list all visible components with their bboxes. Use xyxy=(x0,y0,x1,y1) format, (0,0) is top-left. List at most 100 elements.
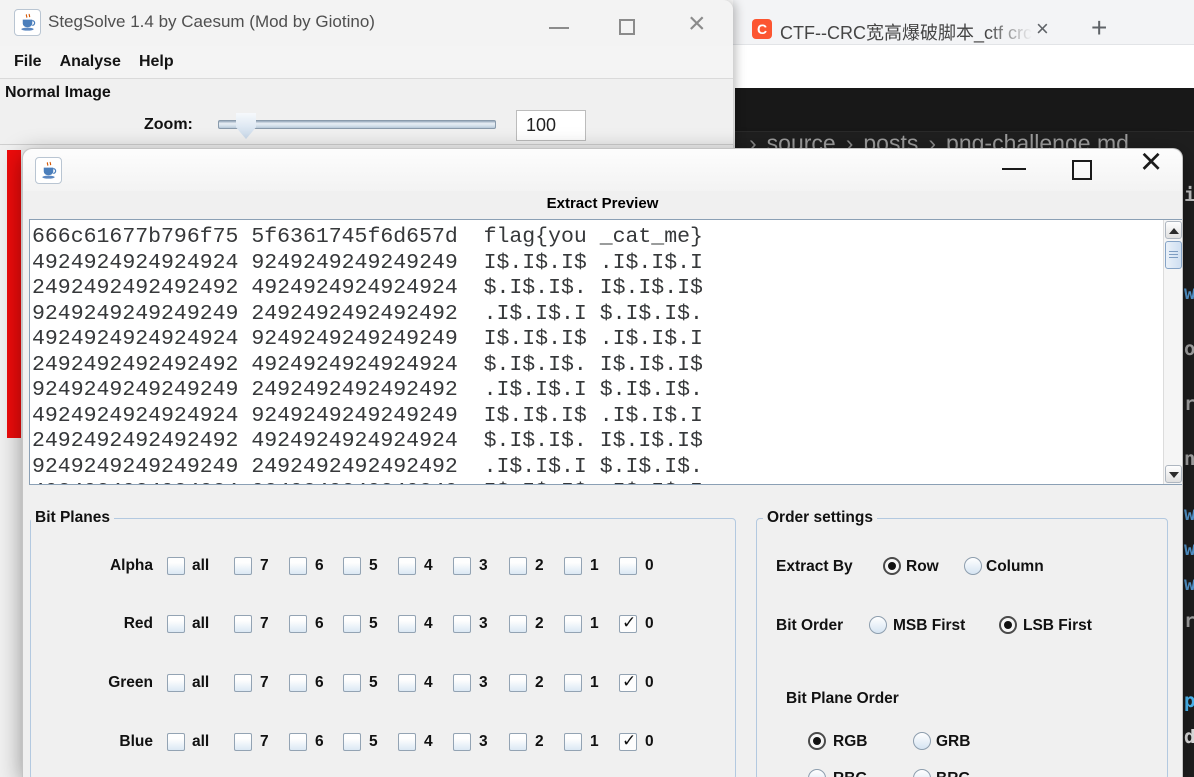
editor-text-fragment: w xyxy=(1184,282,1194,304)
scroll-down-button[interactable] xyxy=(1165,465,1182,483)
bitplane-blue-0-checkbox[interactable] xyxy=(619,733,637,751)
bitplane-column-label: 6 xyxy=(315,733,324,751)
bitplane-row-label-blue: Blue xyxy=(83,733,153,751)
browser-tab-strip[interactable]: C CTF--CRC宽高爆破脚本_ctf crc × + xyxy=(733,0,1194,45)
main-titlebar[interactable]: StegSolve 1.4 by Caesum (Mod by Giotino)… xyxy=(0,0,733,46)
editor-text-fragment: o xyxy=(1184,338,1194,360)
bitplane-red-5-checkbox[interactable] xyxy=(343,615,361,633)
bitplane-alpha-all-checkbox[interactable] xyxy=(167,557,185,575)
bitplane-red-1-checkbox[interactable] xyxy=(564,615,582,633)
menu-bar: File Analyse Help xyxy=(0,46,733,79)
bitplane-red-6-checkbox[interactable] xyxy=(289,615,307,633)
bitplane-blue-4-checkbox[interactable] xyxy=(398,733,416,751)
extract-by-row-radio[interactable] xyxy=(883,557,901,575)
bit-plane-order-grb-radio[interactable] xyxy=(913,732,931,750)
bitplane-alpha-6-checkbox[interactable] xyxy=(289,557,307,575)
menu-item-help[interactable]: Help xyxy=(139,53,174,71)
bitplane-green-0-checkbox[interactable] xyxy=(619,674,637,692)
bitplane-alpha-3-checkbox[interactable] xyxy=(453,557,471,575)
bitplane-column-label: 4 xyxy=(424,674,433,692)
bit-order-lsb-first-radio[interactable] xyxy=(999,616,1017,634)
close-icon[interactable]: × xyxy=(688,14,706,34)
bitplane-red-all-checkbox[interactable] xyxy=(167,615,185,633)
bitplane-green-3-checkbox[interactable] xyxy=(453,674,471,692)
vertical-scrollbar[interactable] xyxy=(1163,220,1183,484)
editor-text-fragment: w xyxy=(1184,503,1194,525)
bitplane-alpha-0-checkbox[interactable] xyxy=(619,557,637,575)
bitplane-alpha-4-checkbox[interactable] xyxy=(398,557,416,575)
bitplane-column-label: 3 xyxy=(479,557,488,575)
menu-item-file[interactable]: File xyxy=(14,53,42,71)
extract-by-column-radio[interactable] xyxy=(964,557,982,575)
editor-text-fragment: i( xyxy=(1184,184,1194,206)
zoom-slider-track[interactable] xyxy=(218,120,496,129)
dialog-titlebar[interactable]: × xyxy=(23,149,1182,191)
bitplane-alpha-2-checkbox[interactable] xyxy=(509,557,527,575)
bitplane-column-label: 2 xyxy=(535,557,544,575)
bitplane-column-label: 7 xyxy=(260,615,269,633)
maximize-icon[interactable] xyxy=(1072,160,1092,180)
bitplane-green-4-checkbox[interactable] xyxy=(398,674,416,692)
bitplane-column-label: 3 xyxy=(479,674,488,692)
scrollbar-thumb[interactable] xyxy=(1165,241,1182,269)
bit-plane-order-rgb-radio[interactable] xyxy=(808,732,826,750)
extract-preview-textarea[interactable]: 666c61677b796f75 5f6361745f6d657d flag{y… xyxy=(29,219,1183,485)
bitplane-column-label: 1 xyxy=(590,674,599,692)
bitplane-red-0-checkbox[interactable] xyxy=(619,615,637,633)
bitplane-column-label: 6 xyxy=(315,557,324,575)
bitplane-alpha-7-checkbox[interactable] xyxy=(234,557,252,575)
minimize-icon[interactable] xyxy=(1002,168,1026,170)
bitplane-green-5-checkbox[interactable] xyxy=(343,674,361,692)
bitplane-column-label: 0 xyxy=(645,557,654,575)
bitplane-green-7-checkbox[interactable] xyxy=(234,674,252,692)
bitplane-column-label: 3 xyxy=(479,733,488,751)
bitplane-blue-3-checkbox[interactable] xyxy=(453,733,471,751)
scroll-up-button[interactable] xyxy=(1165,221,1182,239)
bitplane-alpha-1-checkbox[interactable] xyxy=(564,557,582,575)
editor-text-fragment: w xyxy=(1184,538,1194,560)
new-tab-icon[interactable]: + xyxy=(1091,12,1107,44)
dialog-title: Extract Preview xyxy=(23,195,1182,212)
zoom-value-field[interactable]: 100 xyxy=(516,110,586,141)
bitplane-column-label: 4 xyxy=(424,733,433,751)
bitplane-red-7-checkbox[interactable] xyxy=(234,615,252,633)
close-icon[interactable]: × xyxy=(1140,152,1162,172)
bitplane-blue-6-checkbox[interactable] xyxy=(289,733,307,751)
bitplane-column-label: 5 xyxy=(369,733,378,751)
menu-item-analyse[interactable]: Analyse xyxy=(60,53,121,71)
bitplane-row-label-green: Green xyxy=(83,674,153,692)
maximize-icon[interactable] xyxy=(619,19,635,35)
bit-order-msb-first-radio[interactable] xyxy=(869,616,887,634)
loaded-image-preview xyxy=(7,150,21,438)
bitplane-green-2-checkbox[interactable] xyxy=(509,674,527,692)
bitplane-row-label-red: Red xyxy=(83,615,153,633)
bitplane-blue-all-checkbox[interactable] xyxy=(167,733,185,751)
minimize-icon[interactable] xyxy=(549,27,569,29)
csdn-favicon-icon: C xyxy=(752,19,772,39)
bitplane-blue-7-checkbox[interactable] xyxy=(234,733,252,751)
bitplane-alpha-5-checkbox[interactable] xyxy=(343,557,361,575)
bitplane-red-3-checkbox[interactable] xyxy=(453,615,471,633)
browser-tab-title[interactable]: CTF--CRC宽高爆破脚本_ctf crc xyxy=(780,19,1032,43)
java-icon xyxy=(35,157,62,184)
bitplane-column-label: 0 xyxy=(645,615,654,633)
editor-tabbar xyxy=(735,88,1194,132)
bitplane-blue-1-checkbox[interactable] xyxy=(564,733,582,751)
zoom-label: Zoom: xyxy=(144,116,193,134)
bitplane-column-label: 1 xyxy=(590,615,599,633)
bitplane-column-label: 1 xyxy=(590,733,599,751)
zoom-slider-thumb[interactable] xyxy=(236,113,256,139)
editor-text-fragment: w xyxy=(1184,573,1194,595)
bitplane-green-all-checkbox[interactable] xyxy=(167,674,185,692)
bitplane-column-label: 5 xyxy=(369,557,378,575)
down-arrow-icon xyxy=(1169,472,1179,478)
bitplane-green-1-checkbox[interactable] xyxy=(564,674,582,692)
tab-close-icon[interactable]: × xyxy=(1036,16,1049,42)
bitplane-blue-5-checkbox[interactable] xyxy=(343,733,361,751)
bitplane-column-label: all xyxy=(192,733,209,751)
bitplane-red-2-checkbox[interactable] xyxy=(509,615,527,633)
bitplane-red-4-checkbox[interactable] xyxy=(398,615,416,633)
bitplane-green-6-checkbox[interactable] xyxy=(289,674,307,692)
order-settings-legend: Order settings xyxy=(763,509,877,527)
bitplane-blue-2-checkbox[interactable] xyxy=(509,733,527,751)
